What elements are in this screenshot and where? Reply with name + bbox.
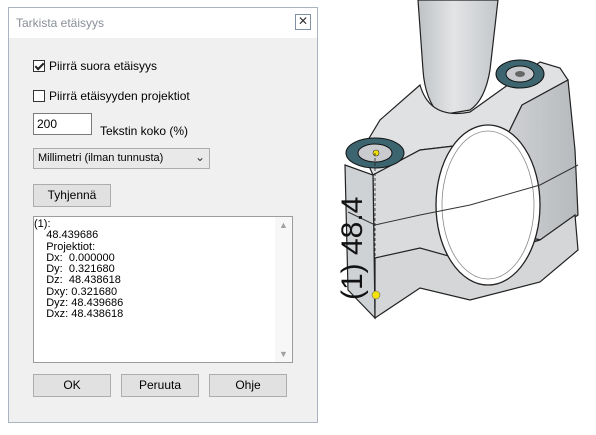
bore-hole (435, 124, 541, 286)
vertical-scrollbar[interactable]: ▲ ▼ (275, 217, 292, 362)
measure-point-icon (371, 290, 381, 300)
chevron-down-icon: ⌄ (194, 150, 205, 164)
unit-select-value: Millimetri (ilman tunnusta) (38, 152, 164, 164)
checkbox-projections[interactable] (33, 90, 45, 102)
text-size-input[interactable]: 200 (33, 113, 92, 135)
checkbox-projections-row[interactable]: Piirrä etäisyyden projektiot (33, 89, 190, 103)
measure-distance-dialog: Tarkista etäisyys ✕ Piirrä suora etäisyy… (8, 7, 318, 423)
result-line: 48.439686 (34, 229, 99, 242)
checkbox-direct-distance-row[interactable]: Piirrä suora etäisyys (33, 59, 157, 73)
dialog-title: Tarkista etäisyys (16, 16, 105, 30)
clear-button[interactable]: Tyhjennä (33, 184, 111, 207)
unit-select[interactable]: Millimetri (ilman tunnusta) ⌄ (33, 148, 210, 169)
help-button[interactable]: Ohje (209, 374, 287, 397)
scroll-up-icon[interactable]: ▲ (275, 220, 292, 230)
title-bar[interactable]: Tarkista etäisyys ✕ (9, 8, 317, 38)
result-lines: (1): 48.439686 Projektiot: Dx: 0.000000 … (34, 218, 274, 321)
text-size-label: Tekstin koko (%) (100, 124, 189, 138)
cancel-button[interactable]: Peruuta (121, 374, 199, 397)
rod-shaft (417, 0, 499, 116)
ok-button[interactable]: OK (33, 374, 111, 397)
result-textbox[interactable]: (1): 48.439686 Projektiot: Dx: 0.000000 … (33, 216, 293, 363)
close-icon[interactable]: ✕ (295, 14, 311, 30)
dimension-label: (1) 48.4 (336, 197, 369, 300)
scroll-down-icon[interactable]: ▼ (275, 349, 292, 359)
checkbox-direct-distance-label[interactable]: Piirrä suora etäisyys (49, 59, 157, 73)
result-line: Dxz: 48.438618 (34, 308, 124, 321)
checkbox-direct-distance[interactable] (33, 60, 45, 72)
checkbox-projections-label[interactable]: Piirrä etäisyyden projektiot (49, 89, 190, 103)
